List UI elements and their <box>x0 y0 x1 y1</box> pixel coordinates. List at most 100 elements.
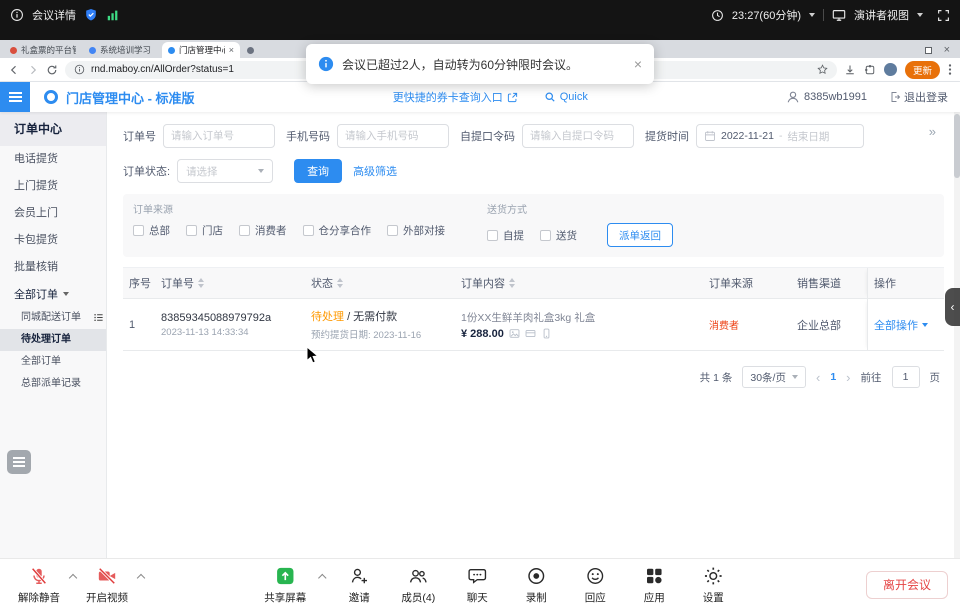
toolbar-label: 聊天 <box>467 590 488 605</box>
profile-avatar[interactable] <box>884 63 897 76</box>
next-page-button[interactable]: › <box>846 371 850 384</box>
meeting-details-label[interactable]: 会议详情 <box>32 7 76 23</box>
phone-input[interactable] <box>337 124 449 148</box>
reload-icon[interactable] <box>46 64 58 76</box>
shield-icon[interactable] <box>84 8 98 22</box>
sidebar-item-card-pickup[interactable]: 卡包提货 <box>0 227 106 254</box>
prev-page-button[interactable]: ‹ <box>816 371 820 384</box>
goto-page-input[interactable] <box>892 366 920 388</box>
members-button[interactable]: 成员(4) <box>391 565 445 605</box>
delivery-method-group: 送货方式 自提 送货 派单返回 <box>487 201 673 247</box>
sidebar-item-batch-verify[interactable]: 批量核销 <box>0 254 106 281</box>
sidebar-section-all-orders[interactable]: 全部订单 <box>0 281 106 307</box>
col-order-no[interactable]: 订单号 <box>155 275 305 291</box>
sidebar-item-door-pickup[interactable]: 上门提货 <box>0 173 106 200</box>
chevron-down-icon[interactable] <box>809 13 815 17</box>
dispatch-return-button[interactable]: 派单返回 <box>607 223 673 247</box>
coupon-query-link[interactable]: 更快捷的券卡查询入口 <box>393 89 518 105</box>
record-button[interactable]: 录制 <box>509 565 563 605</box>
checkbox-self-pickup[interactable]: 自提 <box>487 228 524 243</box>
browser-tab-2[interactable]: 系统培训学习 <box>83 42 161 58</box>
start-video-button[interactable]: 开启视频 <box>80 565 134 605</box>
meeting-timer[interactable]: 23:27(60分钟) <box>732 7 801 23</box>
tab-close-icon[interactable]: × <box>229 45 234 55</box>
logout-button[interactable]: 退出登录 <box>889 89 948 105</box>
info-icon[interactable] <box>10 8 24 22</box>
site-info-icon[interactable] <box>74 64 85 75</box>
order-status-select[interactable]: 请选择 <box>177 159 273 183</box>
chevron-up-icon[interactable] <box>137 573 145 581</box>
col-content[interactable]: 订单内容 <box>455 275 703 291</box>
quick-menu-widget[interactable] <box>7 450 31 474</box>
sidebar-subitem-label: 待处理订单 <box>21 334 71 345</box>
toast-close-icon[interactable]: × <box>634 56 642 72</box>
sidebar-subitem-all-orders[interactable]: 全部订单 <box>0 351 106 373</box>
browser-tab-1[interactable]: 礼盒票的平台管理中心 <box>4 42 82 58</box>
browser-tab-3-active[interactable]: 门店管理中心× <box>162 42 240 58</box>
checkbox-warehouse-coop[interactable]: 仓分享合作 <box>303 223 372 238</box>
list-handle-icon[interactable] <box>93 312 104 323</box>
sidebar-item-member-visit[interactable]: 会员上门 <box>0 200 106 227</box>
menu-dots-icon[interactable] <box>948 63 952 76</box>
close-window-icon[interactable]: × <box>944 45 950 55</box>
order-number[interactable]: 83859345088979792a <box>161 312 299 324</box>
page-size-select[interactable]: 30条/页 <box>742 366 806 388</box>
all-actions-dropdown[interactable]: 全部操作 <box>874 317 918 333</box>
update-button[interactable]: 更新 <box>905 61 940 79</box>
date-end-placeholder[interactable]: 结束日期 <box>787 129 829 144</box>
leave-meeting-button[interactable]: 离开会议 <box>866 571 948 599</box>
download-icon[interactable] <box>844 64 856 76</box>
unmute-button[interactable]: 解除静音 <box>12 565 66 605</box>
extensions-icon[interactable] <box>864 64 876 76</box>
checkbox-store[interactable]: 门店 <box>186 223 223 238</box>
table-row[interactable]: 1 83859345088979792a 2023-11-13 14:33:34… <box>123 299 944 351</box>
quick-search-link[interactable]: Quick <box>544 91 588 103</box>
sidebar-subitem-pending-orders[interactable]: 待处理订单 <box>0 329 106 351</box>
scrollbar-thumb[interactable] <box>954 114 960 178</box>
col-status[interactable]: 状态 <box>305 275 455 291</box>
apps-button[interactable]: 应用 <box>627 565 681 605</box>
sidebar-subitem-hq-dispatch-log[interactable]: 总部派单记录 <box>0 373 106 395</box>
chevron-down-icon[interactable] <box>917 13 923 17</box>
checkbox-hq[interactable]: 总部 <box>133 223 170 238</box>
sort-icon[interactable] <box>509 278 515 288</box>
restore-window-icon[interactable] <box>925 47 932 54</box>
chevron-up-icon[interactable] <box>318 573 326 581</box>
date-start-value[interactable]: 2022-11-21 <box>721 130 774 142</box>
sidebar-item-label: 电话提货 <box>14 153 58 165</box>
sort-icon[interactable] <box>337 278 343 288</box>
fullscreen-icon[interactable] <box>937 9 950 22</box>
sort-icon[interactable] <box>198 278 204 288</box>
search-button[interactable]: 查询 <box>294 159 342 183</box>
order-no-input[interactable] <box>163 124 275 148</box>
view-mode-label[interactable]: 演讲者视图 <box>854 7 909 23</box>
sidebar-subitem-city-delivery[interactable]: 同城配送订单 <box>0 307 106 329</box>
scrollbar-track[interactable] <box>954 112 960 558</box>
invite-button[interactable]: 邀请 <box>332 565 386 605</box>
card-icon[interactable] <box>525 328 536 339</box>
pickup-code-input[interactable] <box>522 124 634 148</box>
picture-icon[interactable] <box>509 328 520 339</box>
checkbox-consumer[interactable]: 消费者 <box>239 223 287 238</box>
collapse-double-arrow-icon[interactable]: » <box>929 124 936 139</box>
side-panel-handle[interactable]: ‹ <box>945 288 960 326</box>
forward-icon[interactable] <box>27 64 39 76</box>
settings-button[interactable]: 设置 <box>686 565 740 605</box>
checkbox-external[interactable]: 外部对接 <box>387 223 445 238</box>
phone-icon[interactable] <box>541 328 552 339</box>
user-menu[interactable]: 8385wb1991 <box>786 90 867 104</box>
sidebar-toggle-button[interactable] <box>0 82 30 112</box>
chevron-up-icon[interactable] <box>69 573 77 581</box>
checkbox-delivery[interactable]: 送货 <box>540 228 577 243</box>
chat-button[interactable]: 聊天 <box>450 565 504 605</box>
advanced-filter-link[interactable]: 高级筛选 <box>353 163 397 179</box>
reactions-button[interactable]: 回应 <box>568 565 622 605</box>
share-screen-button[interactable]: 共享屏幕 <box>258 565 312 605</box>
bookmark-star-icon[interactable] <box>817 64 828 75</box>
chevron-down-icon <box>922 323 928 327</box>
page-number[interactable]: 1 <box>830 371 836 383</box>
date-range-picker[interactable]: 2022-11-21 - 结束日期 <box>696 124 864 148</box>
sidebar-item-phone-pickup[interactable]: 电话提货 <box>0 146 106 173</box>
back-icon[interactable] <box>8 64 20 76</box>
url-text[interactable]: rnd.maboy.cn/AllOrder?status=1 <box>91 64 234 75</box>
